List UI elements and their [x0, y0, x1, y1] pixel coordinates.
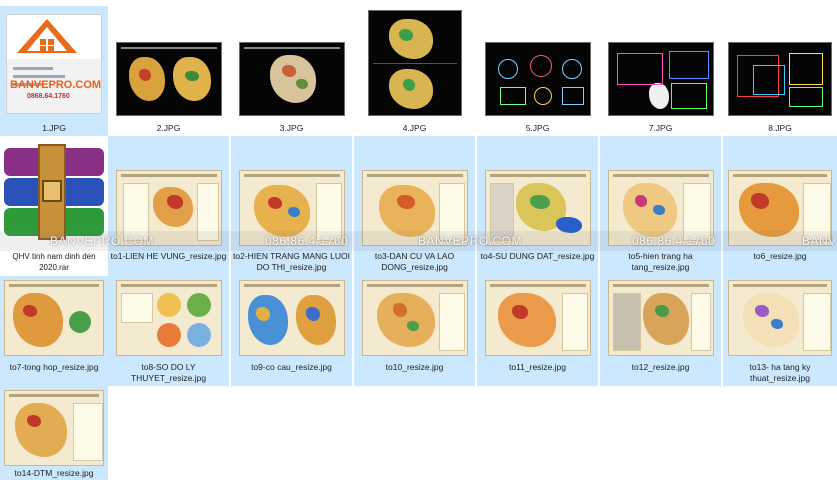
file-tile-8[interactable]: 8.JPG [723, 6, 837, 136]
file-tile-4[interactable]: 4.JPG [354, 6, 475, 136]
file-tile-to5[interactable]: to5-hien trang ha tang_resize.jpg [600, 136, 721, 276]
map-thumbnail [361, 280, 468, 356]
file-tile-to7[interactable]: to7-tong hop_resize.jpg [0, 276, 108, 386]
file-tile-to12[interactable]: to12_resize.jpg [600, 276, 721, 386]
watermark-brand: BANVEPRO.COM [418, 234, 523, 248]
file-tile-2[interactable]: 2.JPG [108, 6, 229, 136]
file-tile-to1[interactable]: to1-LIEN HE VUNG_resize.jpg [108, 136, 229, 276]
map-thumbnail [238, 280, 345, 356]
cad-drawing-thumbnail [484, 42, 591, 116]
file-label: to8-SO DO LY THUYET_resize.jpg [130, 362, 207, 383]
winrar-archive-icon [4, 144, 104, 240]
file-label: to7-tong hop_resize.jpg [9, 362, 99, 372]
map-thumbnail [484, 280, 591, 356]
file-label: to11_resize.jpg [508, 362, 567, 372]
dark-map-thumbnail [115, 42, 222, 116]
cad-drawing-thumbnail [728, 42, 832, 116]
file-label: 3.JPG [279, 123, 304, 133]
file-label: to2-HIEN TRANG MANG LUOI DO THI_resize.j… [233, 251, 350, 272]
file-label: 4.JPG [402, 123, 427, 133]
logo-phone: 0868.64.1760 [27, 93, 70, 100]
watermark-phone: 086.86.4.1760 [265, 234, 349, 248]
file-label: to6_resize.jpg [753, 251, 807, 261]
file-label: 2.JPG [156, 123, 181, 133]
file-label: to9-co cau_resize.jpg [251, 362, 332, 372]
file-tile-to13[interactable]: to13- ha tang ky thuat_resize.jpg [723, 276, 837, 386]
file-tile-to11[interactable]: to11_resize.jpg [477, 276, 598, 386]
file-tile-3[interactable]: 3.JPG [231, 6, 352, 136]
file-tile-to6[interactable]: to6_resize.jpg [723, 136, 837, 276]
file-tile-5[interactable]: 5.JPG [477, 6, 598, 136]
file-tile-to9[interactable]: to9-co cau_resize.jpg [231, 276, 352, 386]
file-label: 7.JPG [648, 123, 673, 133]
file-label: to13- ha tang ky thuat_resize.jpg [749, 362, 811, 383]
file-label: 5.JPG [525, 123, 550, 133]
file-label: to10_resize.jpg [385, 362, 444, 372]
watermark-brand: BANV [802, 234, 837, 248]
file-tile-to10[interactable]: to10_resize.jpg [354, 276, 475, 386]
file-tile-to4[interactable]: to4-SU DUNG DAT_resize.jpg [477, 136, 598, 276]
watermark-phone: 086.86.4.1760 [632, 234, 716, 248]
file-label: 1.JPG [42, 123, 66, 133]
file-label: to12_resize.jpg [631, 362, 690, 372]
map-thumbnail [728, 280, 832, 356]
cad-drawing-thumbnail [607, 42, 714, 116]
file-label: to14-DTM_resize.jpg [14, 468, 94, 478]
map-thumbnail [607, 280, 714, 356]
logo-brand: BANVEPRO.COM [10, 79, 102, 91]
file-tile-to14[interactable]: to14-DTM_resize.jpg [0, 386, 108, 480]
file-tile-1[interactable]: BANVEPRO.COM 0868.64.1760 1.JPG [0, 6, 108, 136]
file-label: to5-hien trang ha tang_resize.jpg [628, 251, 693, 272]
file-label: to4-SU DUNG DAT_resize.jpg [480, 251, 595, 261]
file-tile-to3[interactable]: to3-DAN CU VA LAO DONG_resize.jpg [354, 136, 475, 276]
file-label: to3-DAN CU VA LAO DONG_resize.jpg [374, 251, 455, 272]
map-thumbnail [4, 390, 104, 466]
dark-map-thumbnail [238, 42, 345, 116]
file-label: QHV tinh nam dinh den 2020.rar [12, 252, 96, 272]
watermark-brand: BANVEPRO.COM [50, 234, 155, 248]
file-tile-7[interactable]: 7.JPG [600, 6, 721, 136]
file-label: 8.JPG [768, 123, 792, 133]
file-label: to1-LIEN HE VUNG_resize.jpg [110, 251, 227, 261]
file-tile-archive[interactable]: QHV tinh nam dinh den 2020.rar [0, 136, 108, 276]
file-tile-to2[interactable]: to2-HIEN TRANG MANG LUOI DO THI_resize.j… [231, 136, 352, 276]
file-tile-to8[interactable]: to8-SO DO LY THUYET_resize.jpg [108, 276, 229, 386]
dark-map-thumbnail [367, 10, 462, 116]
logo-thumbnail: BANVEPRO.COM 0868.64.1760 [6, 14, 102, 114]
map-thumbnail [115, 280, 222, 356]
map-thumbnail [4, 280, 104, 356]
